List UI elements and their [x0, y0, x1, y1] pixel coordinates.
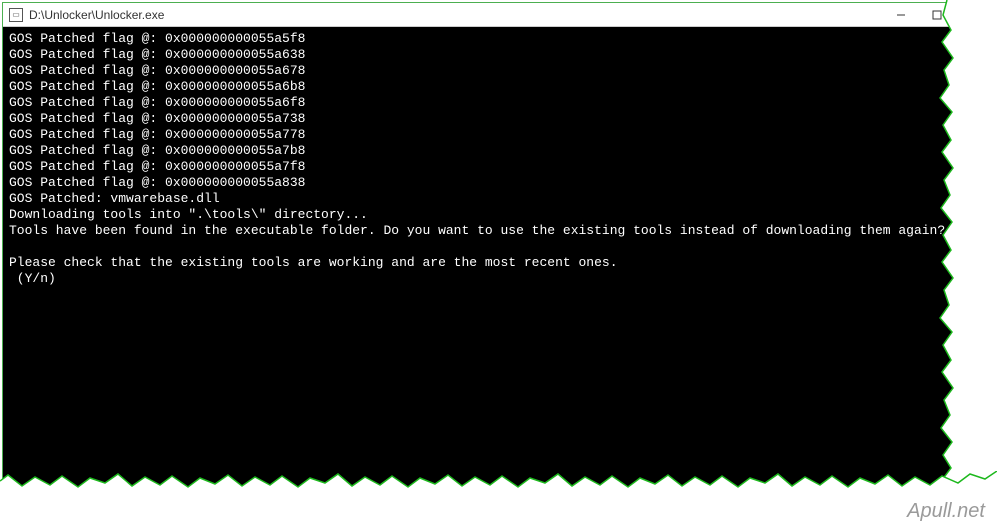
console-window: ▭ D:\Unlocker\Unlocker.exe GOS Patched f… — [2, 2, 962, 502]
maximize-button[interactable] — [919, 4, 955, 26]
window-controls — [883, 4, 955, 26]
app-icon: ▭ — [9, 8, 23, 22]
watermark: Apull.net — [907, 500, 985, 523]
console-output[interactable]: GOS Patched flag @: 0x000000000055a5f8 G… — [3, 27, 961, 501]
window-title: D:\Unlocker\Unlocker.exe — [29, 8, 883, 22]
titlebar[interactable]: ▭ D:\Unlocker\Unlocker.exe — [3, 3, 961, 27]
minimize-button[interactable] — [883, 4, 919, 26]
